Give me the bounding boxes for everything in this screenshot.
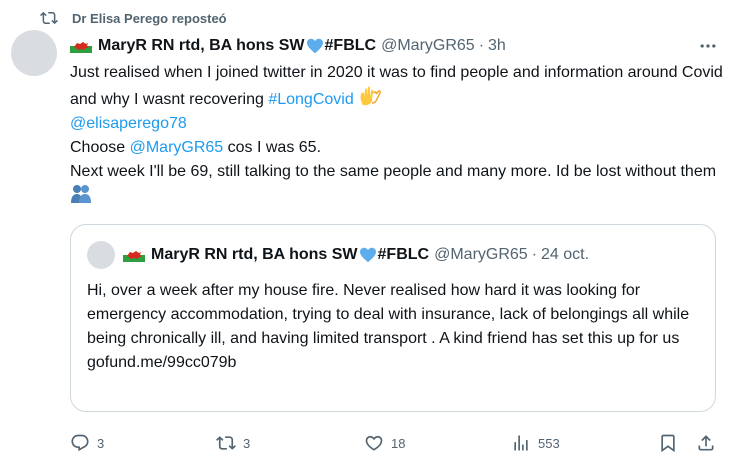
tweet-text-line1: Just realised when I joined twitter in 2… xyxy=(70,64,723,108)
more-icon[interactable] xyxy=(698,36,718,56)
mention-link-elisaperego78[interactable]: @elisaperego78 xyxy=(70,115,187,132)
quoted-text-body: Hi, over a week after my house fire. Nev… xyxy=(87,282,690,347)
author-handle[interactable]: @MaryGR65 xyxy=(381,37,475,55)
views-button[interactable]: 553 xyxy=(511,428,560,458)
share-icon xyxy=(698,435,714,451)
quoted-link[interactable]: gofund.me/99cc079b xyxy=(87,354,236,371)
blue-heart-icon xyxy=(306,38,323,54)
repost-icon xyxy=(40,11,58,25)
tweet-text-line4: Next week I'll be 69, still talking to t… xyxy=(70,163,717,180)
separator-dot: · xyxy=(531,246,538,263)
wales-flag-icon xyxy=(123,248,145,262)
tweet-text-choose-pre: Choose xyxy=(70,139,130,156)
repost-count: 3 xyxy=(243,435,251,451)
quoted-author-name-text: MaryR RN rtd, BA hons SW xyxy=(151,246,358,263)
wales-flag-icon xyxy=(70,39,92,53)
tweet-header: MaryR RN rtd, BA hons SW #FBLC @MaryGR65… xyxy=(70,34,718,58)
waving-hands-icon xyxy=(360,86,382,106)
reply-count: 3 xyxy=(97,435,105,451)
author-name-suffix: #FBLC xyxy=(324,37,377,54)
repost-button[interactable]: 3 xyxy=(216,428,250,458)
mention-link-marygr65[interactable]: @MaryGR65 xyxy=(130,139,224,156)
avatar[interactable] xyxy=(11,30,57,76)
repost-label: Dr Elisa Perego reposteó xyxy=(72,10,227,26)
action-bar: 3 3 18 553 xyxy=(70,428,720,458)
views-count: 553 xyxy=(538,435,560,451)
quoted-time: 24 oct. xyxy=(541,246,590,263)
repost-icon xyxy=(216,436,236,450)
like-icon xyxy=(365,435,383,451)
reply-icon xyxy=(71,434,89,452)
tweet-time[interactable]: 3h xyxy=(488,37,506,55)
tweet-text-choose-post: cos I was 65. xyxy=(223,139,322,156)
quoted-text: Hi, over a week after my house fire. Nev… xyxy=(87,279,702,375)
tweet-text: Just realised when I joined twitter in 2… xyxy=(70,61,730,209)
separator-dot: · xyxy=(478,37,485,54)
share-button[interactable] xyxy=(696,428,723,458)
hashtag-link[interactable]: #LongCovid xyxy=(268,91,353,108)
repost-indicator[interactable]: Dr Elisa Perego reposteó xyxy=(40,8,227,28)
quoted-avatar xyxy=(87,241,115,269)
quoted-author-name: MaryR RN rtd, BA hons SW #FBLC xyxy=(123,246,429,264)
people-hugging-icon xyxy=(71,185,91,203)
reply-button[interactable]: 3 xyxy=(70,428,104,458)
bookmark-button[interactable] xyxy=(658,428,685,458)
views-icon xyxy=(514,435,528,451)
like-count: 18 xyxy=(391,435,406,451)
blue-heart-icon xyxy=(359,247,376,263)
bookmark-icon xyxy=(661,434,675,453)
quoted-header: MaryR RN rtd, BA hons SW #FBLC @MaryGR65… xyxy=(123,243,589,267)
author-name[interactable]: MaryR RN rtd, BA hons SW #FBLC xyxy=(70,37,376,55)
like-button[interactable]: 18 xyxy=(364,428,405,458)
quoted-author-handle: @MaryGR65 xyxy=(434,246,528,263)
author-name-text: MaryR RN rtd, BA hons SW xyxy=(98,37,305,54)
quoted-author-name-suffix: #FBLC xyxy=(377,246,430,263)
quoted-tweet[interactable]: MaryR RN rtd, BA hons SW #FBLC @MaryGR65… xyxy=(70,224,716,412)
